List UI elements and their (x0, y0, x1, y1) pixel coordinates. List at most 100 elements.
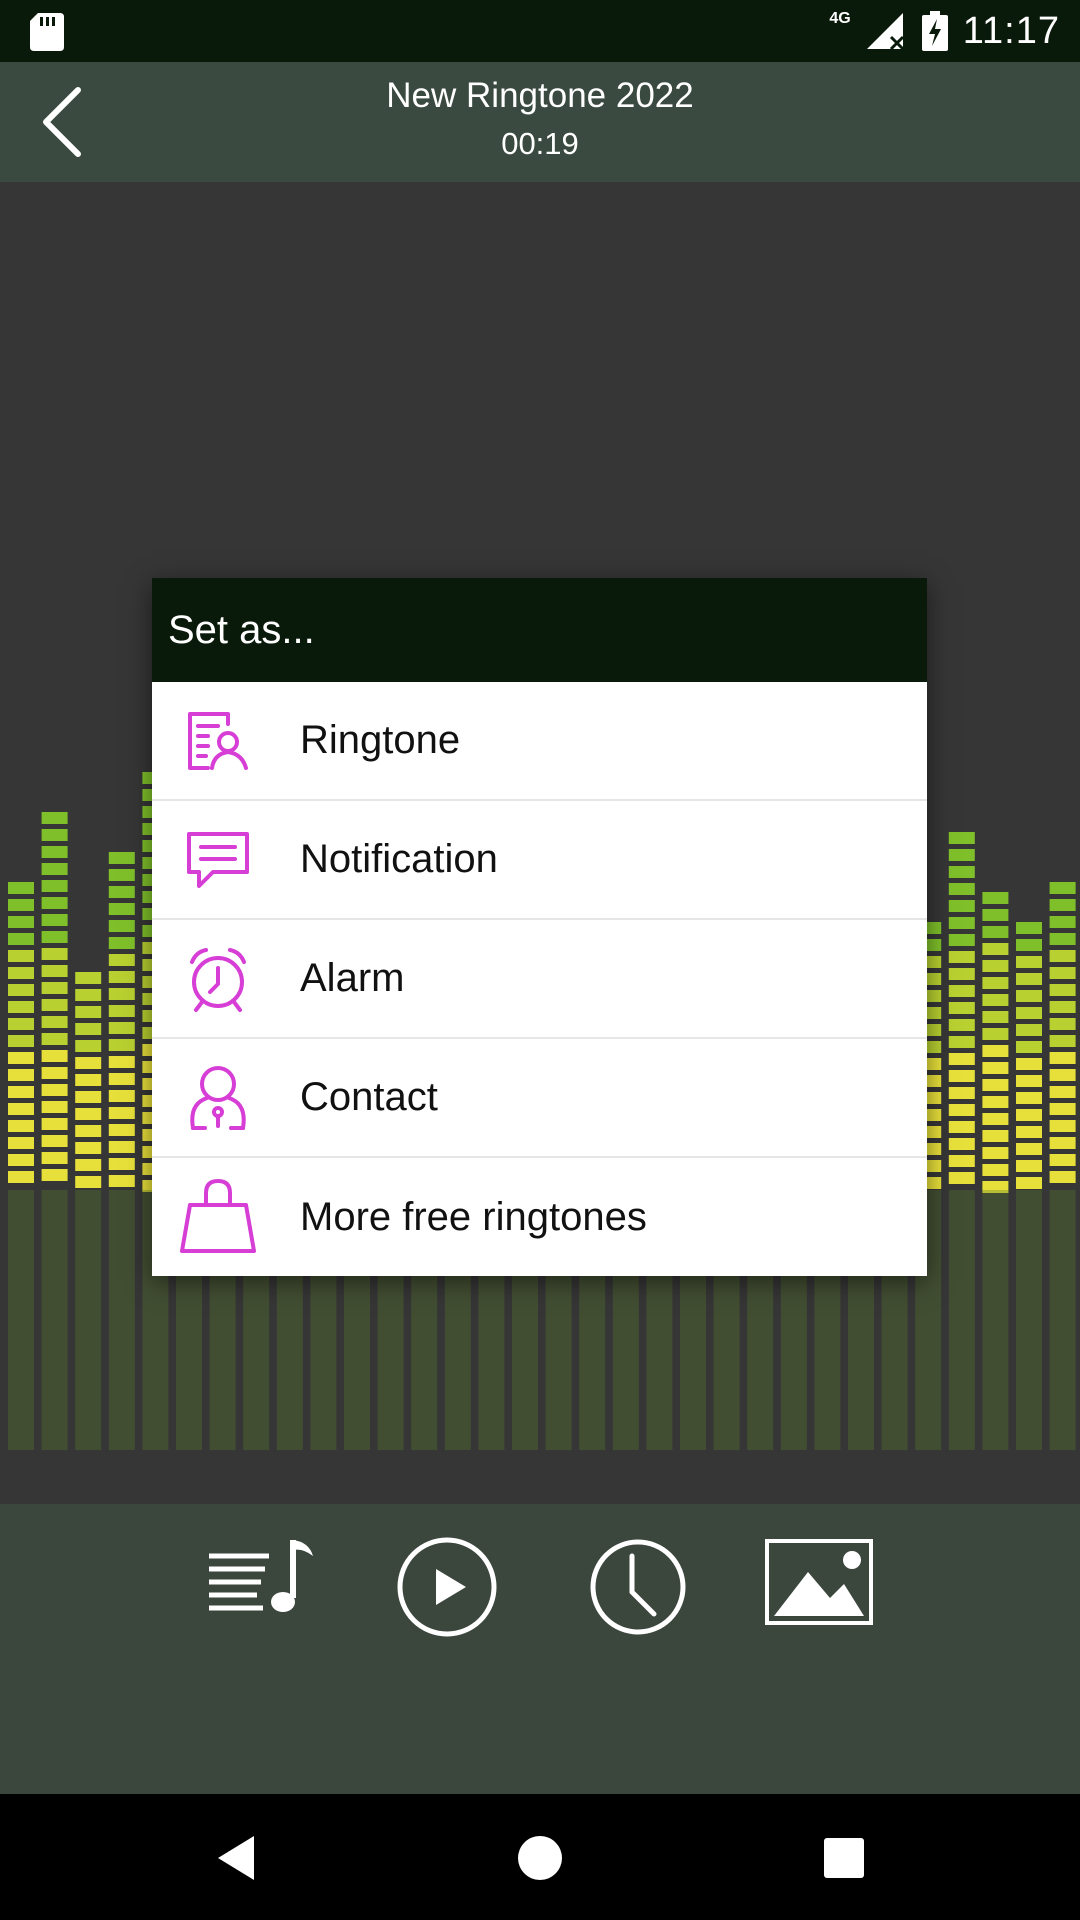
equalizer-segment (1049, 1120, 1076, 1132)
back-triangle-icon[interactable] (210, 1830, 266, 1886)
timer-button[interactable] (588, 1536, 688, 1638)
equalizer-reflection (1016, 1190, 1042, 1450)
equalizer-segment (108, 920, 135, 932)
equalizer-segment (41, 948, 68, 960)
equalizer-reflection (108, 1190, 135, 1450)
equalizer-segment (1016, 1177, 1042, 1189)
equalizer-segment (982, 1164, 1009, 1176)
set-as-alarm-option[interactable]: Alarm (152, 920, 927, 1039)
equalizer-segment (982, 960, 1009, 972)
equalizer-segment (41, 1033, 68, 1045)
sd-card-icon (30, 13, 64, 51)
equalizer-segment (8, 916, 34, 928)
equalizer-segment (948, 1002, 975, 1014)
playlist-icon (209, 1540, 313, 1612)
equalizer-segment (8, 1120, 34, 1132)
equalizer-segment (8, 1103, 34, 1115)
option-label: More free ringtones (300, 1194, 647, 1239)
equalizer-segment (1016, 922, 1042, 934)
more-ringtones-option[interactable]: More free ringtones (152, 1158, 927, 1276)
equalizer-segment (1016, 1058, 1042, 1070)
equalizer-segment (948, 866, 975, 878)
signal-icon (866, 13, 904, 51)
equalizer-segment (982, 1028, 1009, 1040)
equalizer-segment (41, 829, 68, 841)
equalizer-segment (1049, 933, 1076, 945)
equalizer-segment (1049, 1137, 1076, 1149)
equalizer-segment (108, 1124, 135, 1136)
equalizer-segment (108, 1175, 135, 1187)
playlist-button[interactable] (205, 1536, 317, 1618)
equalizer-segment (8, 933, 34, 945)
option-label: Notification (300, 837, 498, 881)
equalizer-segment (982, 909, 1009, 921)
equalizer-segment (1016, 1160, 1042, 1172)
set-as-contact-option[interactable]: Contact (152, 1039, 927, 1158)
play-button[interactable] (396, 1536, 498, 1638)
ringtone-duration: 00:19 (501, 126, 579, 161)
equalizer-segment (41, 863, 68, 875)
equalizer-segment (8, 1154, 34, 1166)
equalizer-segment (8, 1035, 34, 1047)
option-label: Contact (300, 1075, 438, 1119)
equalizer-segment (41, 1084, 68, 1096)
equalizer-segment (1049, 950, 1076, 962)
equalizer-segment (108, 1039, 135, 1051)
home-circle-icon[interactable] (512, 1830, 568, 1886)
equalizer-segment (948, 1121, 975, 1133)
equalizer-segment (1016, 1041, 1042, 1053)
equalizer-segment (75, 972, 102, 984)
equalizer-segment (982, 1147, 1009, 1159)
equalizer-segment (41, 812, 68, 824)
equalizer-segment (1016, 973, 1042, 985)
equalizer-segment (75, 1159, 102, 1171)
equalizer-segment (108, 903, 135, 915)
equalizer-segment (982, 1079, 1009, 1091)
equalizer-segment (1016, 990, 1042, 1002)
equalizer-segment (8, 967, 34, 979)
network-type: 4G (829, 10, 851, 27)
equalizer-segment (41, 914, 68, 926)
equalizer-segment (948, 1036, 975, 1048)
equalizer-reflection (982, 1190, 1009, 1450)
equalizer-segment (41, 1067, 68, 1079)
equalizer-segment (41, 1152, 68, 1164)
system-nav-bar (0, 1794, 1080, 1920)
equalizer-segment (1049, 1035, 1076, 1047)
equalizer-segment (1016, 1092, 1042, 1104)
equalizer-segment (982, 1130, 1009, 1142)
equalizer-segment (1016, 956, 1042, 968)
equalizer-segment (982, 1113, 1009, 1125)
equalizer-segment (41, 982, 68, 994)
equalizer-segment (8, 882, 34, 894)
equalizer-segment (41, 1050, 68, 1062)
status-bar: 4G 11:17 (0, 0, 1080, 62)
set-as-ringtone-option[interactable]: Ringtone (152, 682, 927, 801)
equalizer-segment (1016, 1109, 1042, 1121)
equalizer-segment (982, 1062, 1009, 1074)
equalizer-segment (41, 931, 68, 943)
image-icon (765, 1539, 873, 1625)
wallpaper-button[interactable] (764, 1536, 876, 1628)
set-as-notification-option[interactable]: Notification (152, 801, 927, 920)
equalizer-segment (982, 994, 1009, 1006)
equalizer-segment (948, 968, 975, 980)
equalizer-segment (982, 1045, 1009, 1057)
equalizer-segment (948, 1070, 975, 1082)
equalizer-segment (948, 951, 975, 963)
equalizer-segment (108, 1022, 135, 1034)
equalizer-segment (982, 943, 1009, 955)
equalizer-segment (108, 1141, 135, 1153)
equalizer-segment (41, 1118, 68, 1130)
equalizer-segment (1049, 1154, 1076, 1166)
recents-square-icon[interactable] (816, 1830, 872, 1886)
equalizer-segment (41, 965, 68, 977)
equalizer-segment (1016, 1126, 1042, 1138)
equalizer-segment (948, 1155, 975, 1167)
person-icon (178, 1058, 258, 1138)
dialog-title: Set as... (152, 578, 927, 682)
equalizer-segment (1049, 882, 1076, 894)
equalizer-segment (75, 1006, 102, 1018)
equalizer-segment (1016, 1024, 1042, 1036)
equalizer-segment (108, 1107, 135, 1119)
